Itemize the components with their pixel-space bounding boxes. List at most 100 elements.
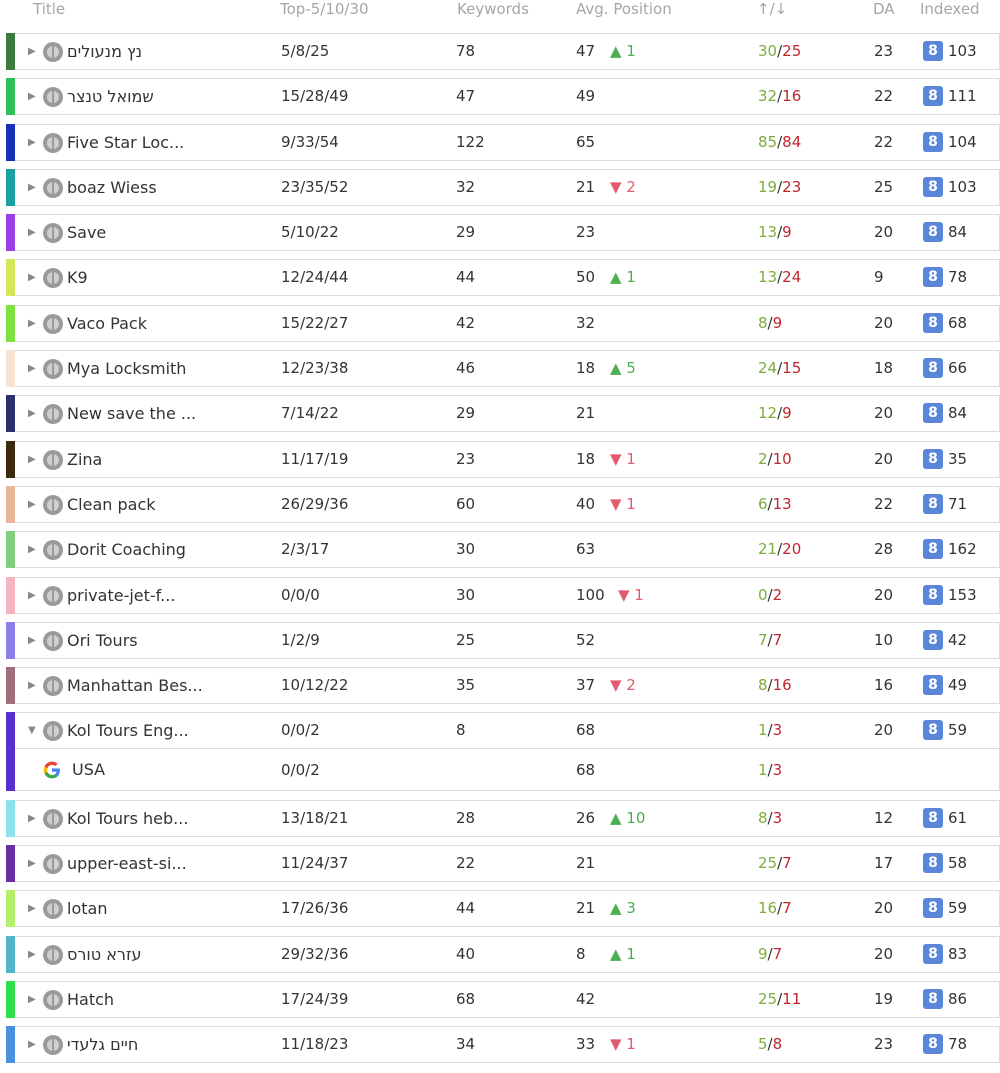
- project-title[interactable]: Clean pack: [67, 487, 156, 522]
- expand-arrow-icon[interactable]: ▶: [28, 125, 36, 160]
- project-row[interactable]: ▶ Manhattan Bes... 10/12/22 35 37 ▼ 2 8/16 16 8 4…: [6, 667, 1000, 705]
- project-row[interactable]: ▶ upper-east-si... 11/24/37 22 21 25/7 17 8 58: [6, 845, 1000, 883]
- up-count: 19: [758, 177, 778, 196]
- header-top[interactable]: Top-5/10/30: [280, 0, 369, 18]
- project-row[interactable]: ▶ עזרא טורס 29/32/36 40 8 ▲ 1 9/7 20 8 83: [6, 935, 1000, 973]
- expand-arrow-icon[interactable]: ▶: [28, 396, 36, 431]
- project-row[interactable]: ▶ Zina 11/17/19 23 18 ▼ 1 2/10 20 8 35: [6, 440, 1000, 478]
- expand-arrow-icon[interactable]: ▶: [28, 937, 36, 972]
- google-index-icon: 8: [923, 807, 943, 828]
- expand-arrow-icon[interactable]: ▶: [28, 1027, 36, 1062]
- project-row[interactable]: ▶ Clean pack 26/29/36 60 40 ▼ 1 6/13 22 8 71: [6, 485, 1000, 523]
- header-title[interactable]: Title: [33, 0, 65, 18]
- project-row[interactable]: ▶ K9 12/24/44 44 50 ▲ 1 13/24 9 8 78: [6, 259, 1000, 297]
- project-title[interactable]: Kol Tours heb...: [67, 801, 188, 836]
- expand-arrow-icon[interactable]: ▶: [28, 846, 36, 881]
- project-title[interactable]: Hatch: [67, 982, 114, 1017]
- globe-icon: [43, 449, 63, 470]
- globe-icon: [43, 854, 63, 875]
- project-row[interactable]: ▶ נץ מנעולים 5/8/25 78 47 ▲ 1 30/25 23 8 103: [6, 33, 1000, 70]
- project-title[interactable]: שמואל טנצר: [67, 79, 154, 114]
- project-row[interactable]: ▶ Mya Locksmith 12/23/38 46 18 ▲ 5 24/15 18 8 66: [6, 350, 1000, 388]
- project-title[interactable]: Five Star Loc...: [67, 125, 184, 160]
- project-row[interactable]: ▶ private-jet-f... 0/0/0 30 100 ▼ 1 0/2 20 8 153: [6, 576, 1000, 614]
- up-count: 8: [758, 676, 768, 695]
- project-title[interactable]: Mya Locksmith: [67, 351, 186, 386]
- header-da[interactable]: DA: [873, 0, 895, 18]
- project-row[interactable]: ▶ Save 5/10/22 29 23 13/9 20 8 84: [6, 214, 1000, 252]
- indexed-count: 59: [948, 721, 968, 740]
- google-logo-icon: [43, 762, 60, 779]
- project-row[interactable]: ▶ שמואל טנצר 15/28/49 47 49 32/16 22 8 111: [6, 78, 1000, 116]
- expand-arrow-icon[interactable]: ▶: [28, 891, 36, 926]
- expand-arrow-icon[interactable]: ▶: [28, 79, 36, 114]
- project-title[interactable]: upper-east-si...: [67, 846, 187, 881]
- expand-arrow-icon[interactable]: ▶: [28, 623, 36, 658]
- project-row[interactable]: ▶ Dorit Coaching 2/3/17 30 63 21/20 28 8 162: [6, 531, 1000, 569]
- project-title[interactable]: lotan: [67, 891, 107, 926]
- indexed-count: 71: [948, 494, 968, 513]
- top-5-10-30: 11/17/19: [281, 449, 349, 468]
- project-title[interactable]: Ori Tours: [67, 623, 138, 658]
- expand-arrow-icon[interactable]: ▶: [28, 442, 36, 477]
- google-index-icon: 8: [923, 403, 943, 424]
- project-row[interactable]: ▶ Hatch 17/24/39 68 42 25/11 19 8 86: [6, 980, 1000, 1018]
- expand-arrow-icon[interactable]: ▶: [28, 532, 36, 567]
- project-title[interactable]: Manhattan Bes...: [67, 668, 203, 703]
- expand-arrow-icon[interactable]: ▶: [28, 982, 36, 1017]
- header-indexed[interactable]: Indexed: [920, 0, 980, 18]
- collapse-arrow-icon[interactable]: ▼: [28, 713, 36, 748]
- expand-arrow-icon[interactable]: ▶: [28, 801, 36, 836]
- project-title[interactable]: Dorit Coaching: [67, 532, 186, 567]
- project-list: ▶ נץ מנעולים 5/8/25 78 47 ▲ 1 30/25 23 8 103 ▶ שמוא…: [0, 33, 1000, 1072]
- down-count: 24: [782, 268, 802, 287]
- expand-arrow-icon[interactable]: ▶: [28, 260, 36, 295]
- expand-arrow-icon[interactable]: ▶: [28, 578, 36, 613]
- expand-arrow-icon[interactable]: ▶: [28, 170, 36, 205]
- project-row[interactable]: ▶ New save the ... 7/14/22 29 21 12/9 20 8 84: [6, 395, 1000, 433]
- expand-arrow-icon[interactable]: ▶: [28, 34, 36, 69]
- project-title[interactable]: New save the ...: [67, 396, 196, 431]
- expand-arrow-icon[interactable]: ▶: [28, 306, 36, 341]
- keywords-count: 68: [456, 989, 476, 1008]
- project-row[interactable]: ▶ Five Star Loc... 9/33/54 122 65 85/84 22 8 104: [6, 123, 1000, 161]
- project-row[interactable]: ▶ lotan 17/26/36 44 21 ▲ 3 16/7 20 8 59: [6, 890, 1000, 928]
- up-down-counts: 85/84: [758, 125, 801, 160]
- search-engine-location[interactable]: USA: [72, 749, 105, 791]
- header-updown[interactable]: ↑/↓: [757, 0, 787, 18]
- header-avg-position[interactable]: Avg. Position: [576, 0, 672, 18]
- project-title[interactable]: K9: [67, 260, 88, 295]
- project-title[interactable]: private-jet-f...: [67, 578, 175, 613]
- up-down-counts: 5/8: [758, 1027, 782, 1062]
- search-engine-row[interactable]: USA 0/0/2 68 1/3: [6, 749, 1000, 792]
- google-index-icon: 8: [923, 222, 943, 243]
- expand-arrow-icon[interactable]: ▶: [28, 351, 36, 386]
- expand-arrow-icon[interactable]: ▶: [28, 668, 36, 703]
- project-title[interactable]: Kol Tours Eng...: [67, 713, 189, 748]
- expand-arrow-icon[interactable]: ▶: [28, 487, 36, 522]
- up-count: 30: [758, 42, 778, 60]
- project-title[interactable]: עזרא טורס: [67, 937, 142, 972]
- project-row[interactable]: ▶ Ori Tours 1/2/9 25 52 7/7 10 8 42: [6, 621, 1000, 659]
- globe-icon: [43, 132, 63, 153]
- globe-icon: [43, 630, 63, 651]
- top-5-10-30: 0/0/2: [281, 721, 320, 740]
- project-title[interactable]: Vaco Pack: [67, 306, 147, 341]
- project-row[interactable]: ▶ boaz Wiess 23/35/52 32 21 ▼ 2 19/23 25 8 103: [6, 168, 1000, 206]
- keywords-count: 23: [456, 449, 476, 468]
- indexed-count: 83: [948, 944, 968, 963]
- project-row[interactable]: ▶ חיים גלעדי 11/18/23 34 33 ▼ 1 5/8 23 8 78: [6, 1026, 1000, 1064]
- project-row[interactable]: ▶ Vaco Pack 15/22/27 42 32 8/9 20 8 68: [6, 304, 1000, 342]
- project-row[interactable]: ▼ Kol Tours Eng... 0/0/2 8 68 1/3 20 8 59: [6, 712, 1000, 750]
- indexed-count: 111: [948, 87, 977, 106]
- project-title[interactable]: boaz Wiess: [67, 170, 157, 205]
- project-title[interactable]: Save: [67, 215, 106, 250]
- google-index-icon: 8: [923, 267, 943, 288]
- project-title[interactable]: נץ מנעולים: [67, 34, 142, 69]
- project-title[interactable]: Zina: [67, 442, 102, 477]
- project-color-bar: [6, 214, 15, 252]
- expand-arrow-icon[interactable]: ▶: [28, 215, 36, 250]
- project-title[interactable]: חיים גלעדי: [67, 1027, 138, 1062]
- header-keywords[interactable]: Keywords: [457, 0, 529, 18]
- project-row[interactable]: ▶ Kol Tours heb... 13/18/21 28 26 ▲ 10 8/3 12 8 6…: [6, 799, 1000, 837]
